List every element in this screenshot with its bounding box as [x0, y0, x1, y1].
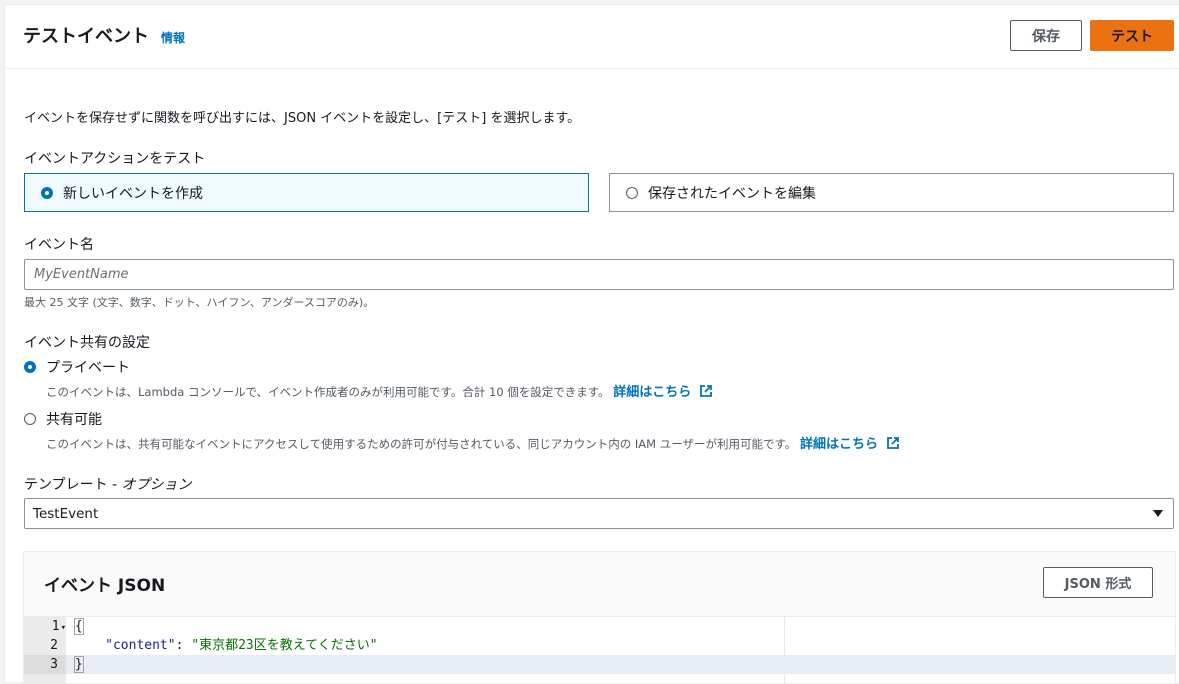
- test-button[interactable]: テスト: [1090, 20, 1174, 51]
- event-name-hint: 最大 25 文字 (文字、数字、ドット、ハイフン、アンダースコアのみ)。: [24, 296, 375, 309]
- description-text: イベントを保存せずに関数を呼び出すには、JSON イベントを設定し、[テスト] …: [24, 111, 581, 126]
- shareable-learn-more-link[interactable]: 詳細はこちら: [800, 437, 878, 452]
- template-selected-value: TestEvent: [33, 505, 99, 522]
- shareable-option[interactable]: 共有可能: [24, 409, 102, 429]
- external-link-icon[interactable]: [699, 384, 713, 398]
- template-select[interactable]: TestEvent: [24, 498, 1174, 529]
- shareable-description-text: このイベントは、共有可能なイベントにアクセスして使用するための許可が付与されてい…: [46, 437, 797, 451]
- create-new-event-tile[interactable]: 新しいイベントを作成: [24, 173, 589, 212]
- json-key: "content": [105, 638, 176, 653]
- private-option-description: このイベントは、Lambda コンソールで、イベント作成者のみが利用可能です。合…: [46, 381, 713, 400]
- code-line: "content": "東京都23区を教えてください": [66, 636, 1175, 655]
- event-json-header: イベント JSON JSON 形式: [24, 552, 1175, 616]
- event-action-label: イベントアクションをテスト: [24, 151, 206, 167]
- edit-saved-event-tile[interactable]: 保存されたイベントを編集: [609, 173, 1174, 212]
- code-line-active: }: [66, 655, 1175, 674]
- radio-unselected-icon: [626, 186, 638, 199]
- page-title: テストイベント: [23, 26, 149, 47]
- info-link[interactable]: 情報: [161, 29, 185, 46]
- test-event-panel: テストイベント 情報 保存 テスト イベントを保存せずに関数を呼び出すには、JS…: [4, 4, 1179, 684]
- radio-selected-icon: [24, 361, 36, 373]
- line-number: 1▾: [51, 619, 66, 634]
- event-json-card: イベント JSON JSON 形式 1▾ 2 3 { "content": "東…: [23, 551, 1176, 684]
- json-colon: :: [175, 638, 192, 653]
- external-link-icon[interactable]: [886, 436, 900, 450]
- shareable-option-description: このイベントは、共有可能なイベントにアクセスして使用するための許可が付与されてい…: [46, 433, 900, 452]
- json-code-editor[interactable]: 1▾ 2 3 { "content": "東京都23区を教えてください" }: [24, 616, 1175, 684]
- json-open-brace: {: [73, 618, 84, 635]
- template-label-optional: オプション: [121, 477, 192, 493]
- json-close-brace: }: [73, 656, 84, 673]
- template-label-main: テンプレート -: [24, 477, 122, 493]
- line-number: 2: [50, 638, 58, 653]
- private-learn-more-link[interactable]: 詳細はこちら: [613, 385, 691, 400]
- event-name-label: イベント名: [24, 237, 94, 253]
- caret-down-icon: [1153, 510, 1163, 517]
- radio-selected-icon: [41, 186, 53, 199]
- line-number: 3: [24, 655, 66, 674]
- panel-header: テストイベント 情報 保存 テスト: [5, 5, 1179, 69]
- radio-unselected-icon: [24, 413, 36, 425]
- event-name-input[interactable]: [24, 259, 1174, 290]
- private-option[interactable]: プライベート: [24, 357, 130, 377]
- event-json-title: イベント JSON: [44, 576, 166, 596]
- save-button[interactable]: 保存: [1010, 20, 1082, 51]
- private-option-label: プライベート: [46, 360, 130, 376]
- shareable-option-label: 共有可能: [46, 412, 102, 428]
- sharing-settings-label: イベント共有の設定: [24, 335, 150, 351]
- code-area[interactable]: { "content": "東京都23区を教えてください" }: [66, 617, 1175, 684]
- code-line: {: [66, 617, 1175, 636]
- template-label: テンプレート - オプション: [24, 474, 192, 494]
- private-description-text: このイベントは、Lambda コンソールで、イベント作成者のみが利用可能です。合…: [46, 385, 610, 399]
- json-value: "東京都23区を教えてください": [191, 638, 378, 653]
- edit-saved-event-label: 保存されたイベントを編集: [648, 185, 816, 202]
- create-new-event-label: 新しいイベントを作成: [63, 185, 203, 202]
- json-format-button[interactable]: JSON 形式: [1043, 567, 1153, 598]
- line-number-gutter: 1▾ 2 3: [24, 617, 66, 684]
